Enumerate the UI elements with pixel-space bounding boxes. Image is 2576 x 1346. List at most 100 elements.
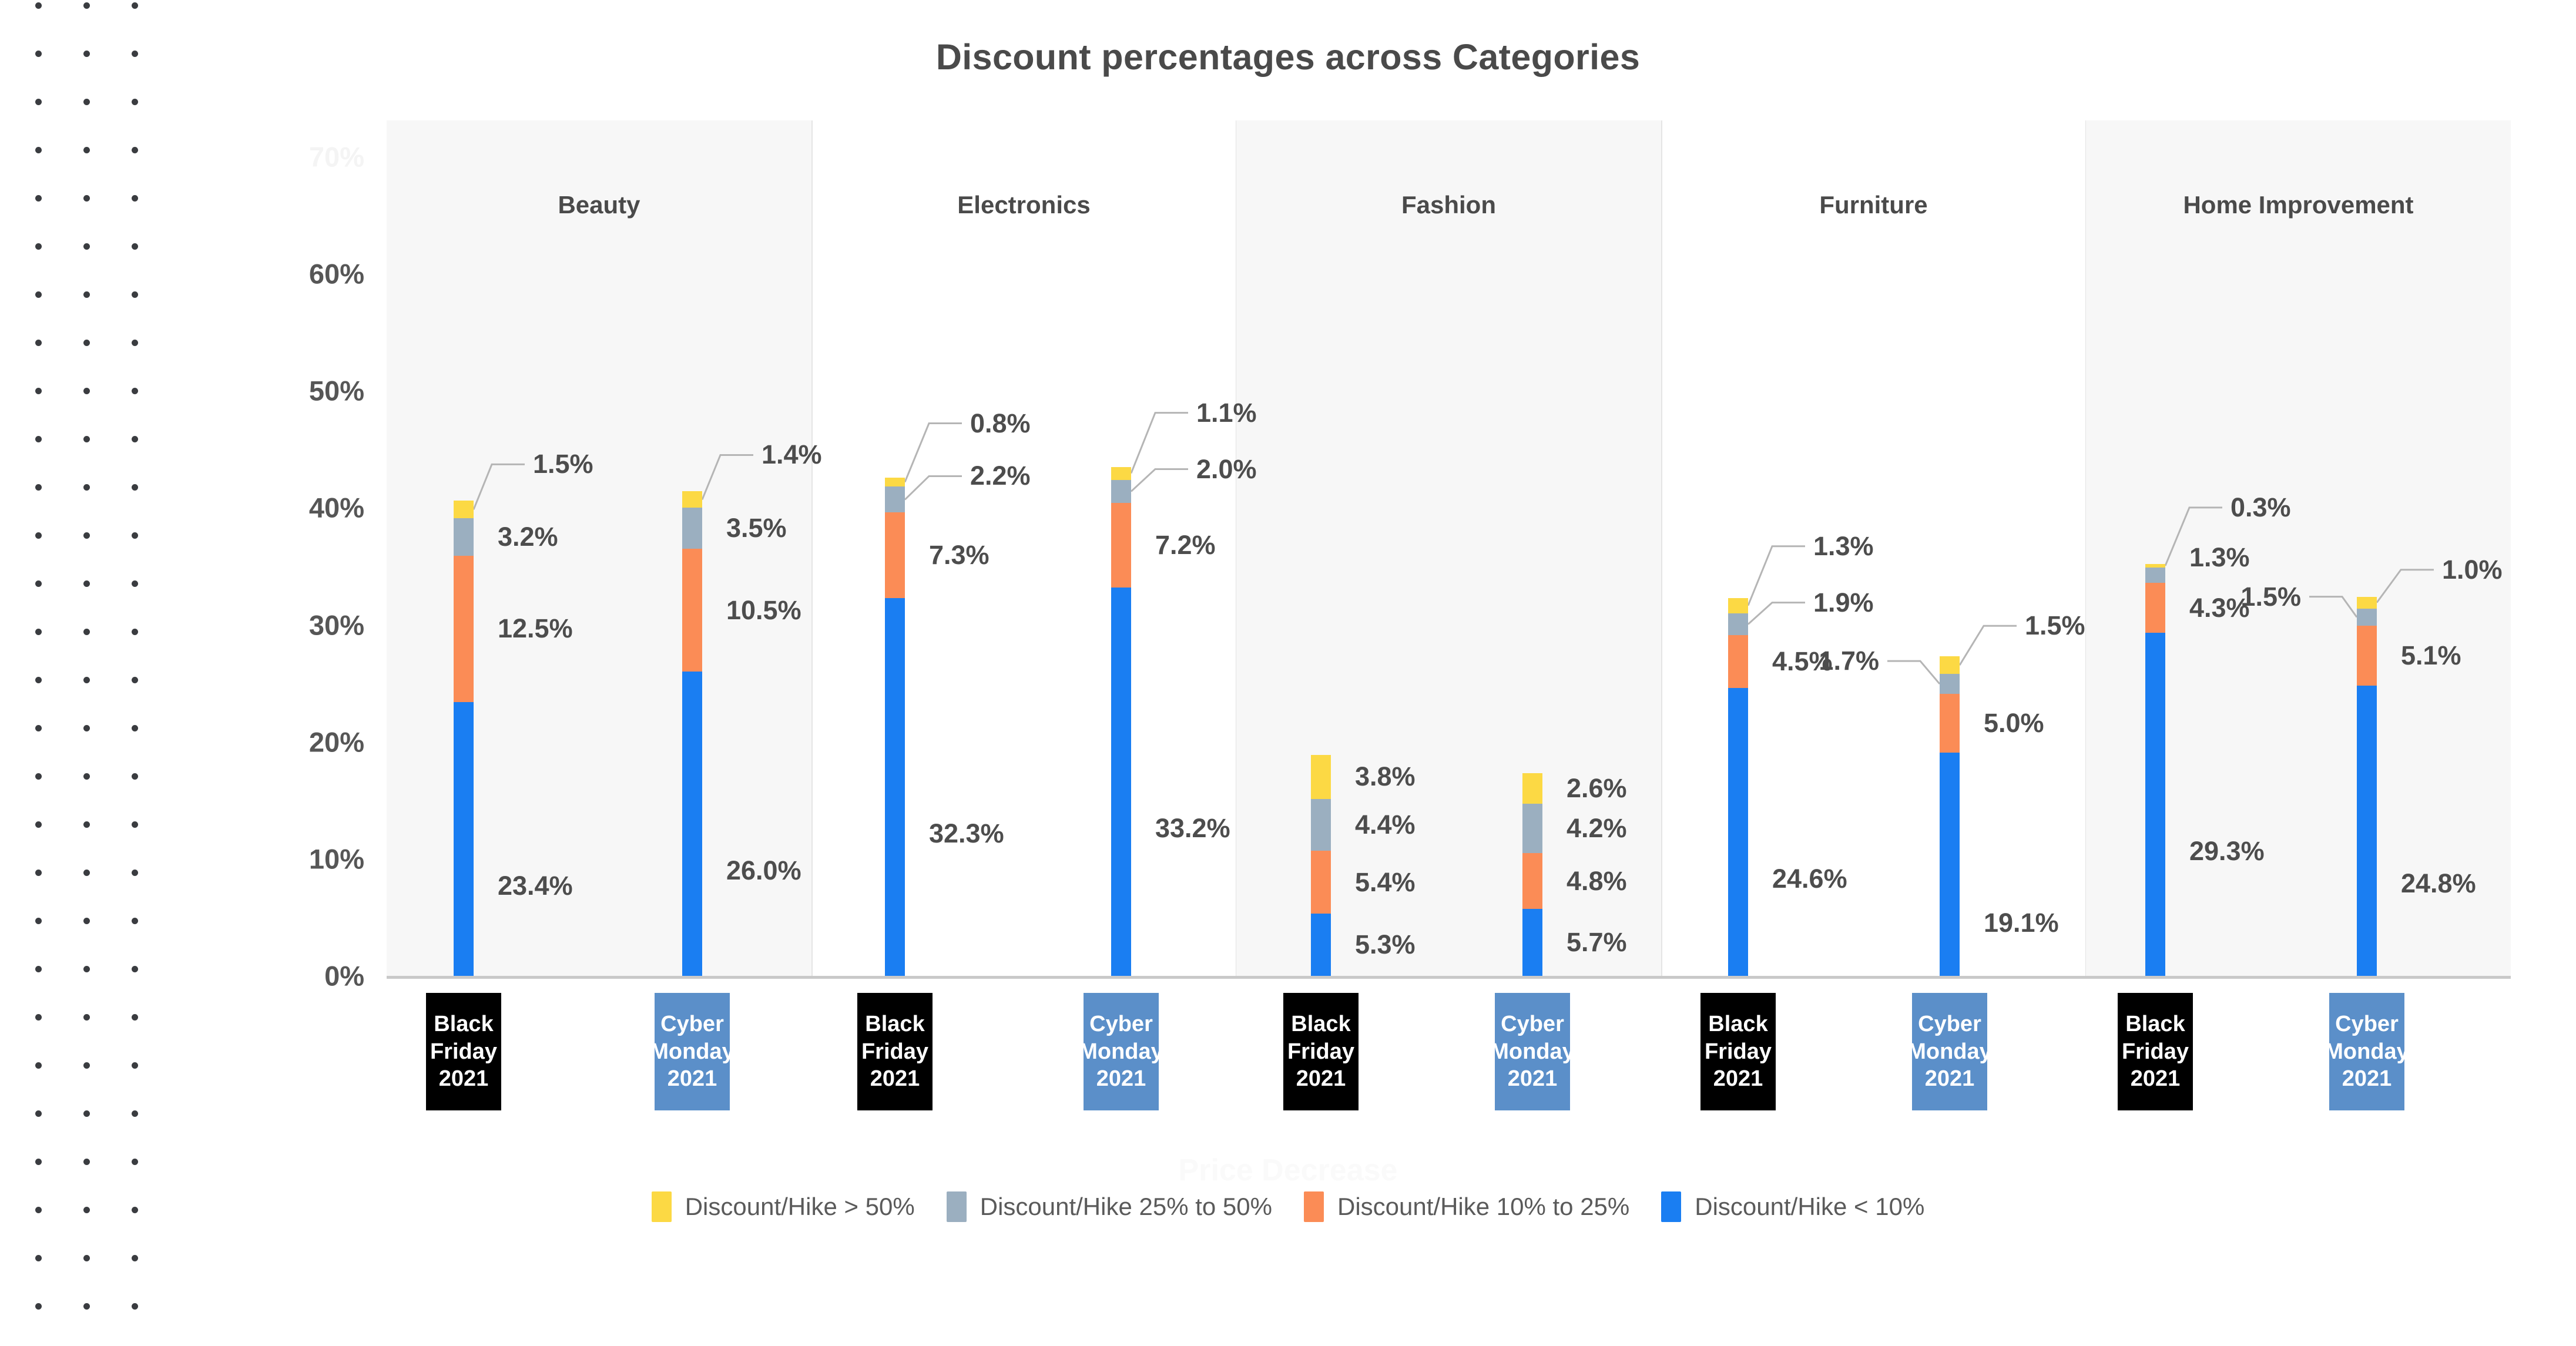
chart-root: Discount percentages across Categories H… [0, 0, 2576, 1346]
x-tick-line: 2021 [1924, 1066, 1975, 1092]
bar-segment-p10to25[interactable] [2357, 626, 2377, 686]
grid-dot [132, 243, 138, 250]
grid-dot [132, 1255, 138, 1261]
bar-segment-gt50[interactable] [682, 491, 702, 508]
grid-dot [83, 340, 90, 346]
x-axis-tick-cyber-monday[interactable]: Cyber Monday 2021 [1079, 993, 1163, 1110]
legend-swatch-icon [946, 1191, 967, 1222]
bar-segment-lt10[interactable] [1311, 914, 1331, 976]
bar-segment-gt50[interactable] [2357, 596, 2377, 609]
grid-dot [35, 484, 42, 491]
grid-dot [132, 2, 138, 9]
bar-segment-lt10[interactable] [1522, 909, 1542, 976]
grid-dot [35, 243, 42, 250]
x-axis-tick-black-friday[interactable]: Black Friday 2021 [1700, 993, 1776, 1110]
legend-label: Discount/Hike 25% to 50% [980, 1193, 1272, 1220]
grid-dot [35, 1255, 42, 1261]
legend-item[interactable]: Discount/Hike 25% to 50% [946, 1191, 1272, 1222]
bar-segment-lt10[interactable] [2357, 686, 2377, 976]
x-axis-tick-black-friday[interactable]: Black Friday 2021 [1283, 993, 1359, 1110]
x-tick-line: 2021 [1507, 1066, 1558, 1092]
bar-segment-lt10[interactable] [454, 701, 474, 976]
bar-segment-gt50[interactable] [1522, 773, 1542, 804]
legend-item[interactable]: Discount/Hike 10% to 25% [1304, 1191, 1629, 1222]
bar-segment-gt50[interactable] [1940, 656, 1960, 674]
grid-dot [132, 340, 138, 346]
bar-segment-gt50[interactable] [2145, 563, 2165, 568]
x-tick-line: Friday [1704, 1039, 1772, 1064]
x-tick-line: Black [1291, 1012, 1351, 1037]
x-tick-line: Monday [1907, 1039, 1992, 1064]
bar-segment-lt10[interactable] [1111, 587, 1131, 976]
grid-dot [35, 1110, 42, 1117]
bar-segment-p10to25[interactable] [1311, 850, 1331, 914]
bar-segment-p10to25[interactable] [1111, 503, 1131, 588]
bar-segment-p25to50[interactable] [2145, 567, 2165, 583]
bar-segment-lt10[interactable] [1940, 752, 1960, 976]
bar-segment-lt10[interactable] [682, 672, 702, 976]
bar-segment-p10to25[interactable] [1522, 852, 1542, 909]
x-tick-line: Black [865, 1012, 925, 1037]
bar-segment-gt50[interactable] [1311, 754, 1331, 800]
bar-segment-p25to50[interactable] [1522, 804, 1542, 853]
legend-swatch-icon [1304, 1191, 1324, 1222]
legend-item[interactable]: Discount/Hike < 10% [1661, 1191, 1924, 1222]
grid-dot [83, 1110, 90, 1117]
bar-segment-p25to50[interactable] [682, 508, 702, 549]
x-tick-line: Cyber [660, 1012, 724, 1037]
bar-value-label: 1.5% [533, 449, 593, 479]
y-axis-tick-label: 70% [308, 141, 364, 173]
grid-dot [35, 436, 42, 442]
bar-segment-gt50[interactable] [885, 477, 905, 487]
bar-segment-p25to50[interactable] [454, 518, 474, 556]
bar-segment-gt50[interactable] [454, 501, 474, 519]
x-tick-line: Friday [1287, 1039, 1355, 1064]
bar-segment-gt50[interactable] [1728, 598, 1748, 613]
x-axis-tick-black-friday[interactable]: Black Friday 2021 [2118, 993, 2193, 1110]
bar-value-label: 19.1% [1984, 907, 2059, 938]
bar-segment-lt10[interactable] [2145, 633, 2165, 976]
bar-value-label: 33.2% [1155, 813, 1230, 844]
bar-value-label: 23.4% [498, 870, 573, 901]
bar-segment-p25to50[interactable] [2357, 608, 2377, 626]
bar-segment-p10to25[interactable] [454, 555, 474, 702]
x-tick-line: Cyber [1918, 1012, 1981, 1037]
bar-value-label: 5.3% [1355, 929, 1416, 960]
category-header-label: Home Improvement [2183, 191, 2414, 219]
bar-segment-p10to25[interactable] [1728, 635, 1748, 689]
grid-dot [132, 1062, 138, 1069]
bar-segment-p10to25[interactable] [682, 549, 702, 672]
grid-dot [132, 1303, 138, 1310]
bar-segment-p25to50[interactable] [885, 486, 905, 513]
bar-segment-p10to25[interactable] [885, 512, 905, 598]
page-title: Discount percentages across Categories [935, 37, 1641, 77]
x-tick-line: Friday [861, 1039, 929, 1064]
y-axis-tick-label: 20% [308, 726, 364, 758]
bar-segment-p10to25[interactable] [2145, 582, 2165, 633]
bar-segment-p25to50[interactable] [1940, 674, 1960, 694]
legend-label: Discount/Hike > 50% [685, 1193, 915, 1220]
bar-value-label: 1.4% [762, 439, 822, 470]
x-axis-tick-cyber-monday[interactable]: Cyber Monday 2021 [1490, 993, 1575, 1110]
x-axis-tick-black-friday[interactable]: Black Friday 2021 [857, 993, 933, 1110]
x-axis-tick-cyber-monday[interactable]: Cyber Monday 2021 [650, 993, 734, 1110]
x-axis-tick-cyber-monday[interactable]: Cyber Monday 2021 [1907, 993, 1992, 1110]
bar-segment-p10to25[interactable] [1940, 694, 1960, 753]
x-axis-tick-black-friday[interactable]: Black Friday 2021 [426, 993, 501, 1110]
bar-segment-gt50[interactable] [1111, 466, 1131, 480]
bar-segment-lt10[interactable] [1728, 688, 1748, 976]
bar-segment-p25to50[interactable] [1111, 479, 1131, 504]
grid-dot [35, 195, 42, 202]
x-tick-line: Black [2125, 1012, 2185, 1037]
bar-value-label: 3.2% [498, 522, 558, 552]
bar-value-label: 4.8% [1567, 865, 1627, 896]
bar-segment-lt10[interactable] [885, 598, 905, 976]
bar-segment-p25to50[interactable] [1728, 613, 1748, 636]
grid-dot [132, 677, 138, 683]
grid-dot [132, 918, 138, 924]
x-axis-tick-cyber-monday[interactable]: Cyber Monday 2021 [2325, 993, 2409, 1110]
bar-segment-p25to50[interactable] [1311, 799, 1331, 851]
grid-dot [83, 532, 90, 539]
x-tick-line: 2021 [667, 1066, 717, 1092]
legend-item[interactable]: Discount/Hike > 50% [651, 1191, 915, 1222]
